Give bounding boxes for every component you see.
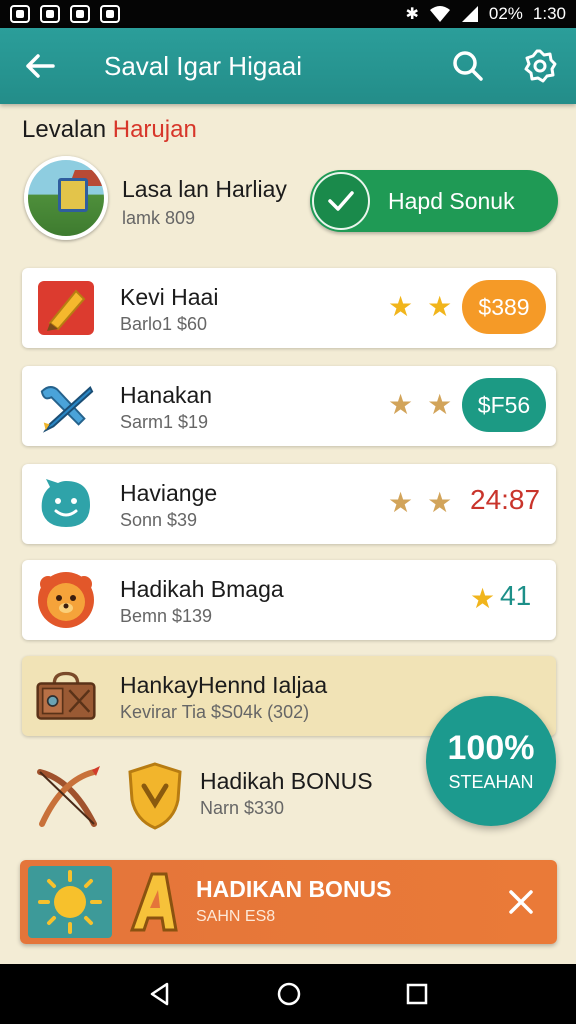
section-title-accent: Harujan: [112, 116, 197, 143]
pencil-icon: [36, 280, 96, 336]
item-value: 41: [500, 580, 532, 611]
profile-row: Lasa lan Harliay lamk 809 Hapd Sonuk: [20, 154, 560, 246]
item-name: Hadikah Bmaga: [120, 576, 284, 602]
item-subtitle: Kevirar Tia $S04k (302): [120, 702, 310, 722]
banner-subtitle: SAHN ES8: [196, 908, 276, 925]
star-icon: ★: [427, 487, 453, 518]
list-item[interactable]: Hanakan Sarm1 $19 ★ ★ $F56: [22, 366, 556, 446]
settings-button[interactable]: [504, 49, 576, 83]
crossbow-icon: [37, 766, 100, 827]
bonus-claim-label: Hapd Sonuk: [388, 187, 515, 214]
fab-percent: 100%: [447, 729, 535, 767]
wifi-icon: [429, 6, 450, 22]
avatar[interactable]: [24, 156, 108, 240]
list-item[interactable]: Hadikah Bmaga Bemn $139 ★ 41: [22, 560, 556, 640]
progress-fab[interactable]: 100% STEAHAN: [426, 696, 556, 826]
system-nav-bar: [0, 964, 576, 1024]
back-arrow-icon: [26, 54, 55, 78]
notification-icons: [10, 5, 120, 23]
crossed-tools-icon: [36, 378, 96, 434]
star-icon: ★: [427, 389, 453, 420]
gear-icon: [524, 49, 557, 83]
banner-title: HADIKAN BONUS: [196, 876, 392, 902]
sun-icon: [28, 866, 112, 938]
shield-icon: [128, 762, 182, 830]
rating-stars: ★ ★: [388, 390, 452, 420]
bluetooth-icon: ✱: [405, 6, 419, 23]
bonus-item-subtitle: Narn $330: [200, 798, 285, 818]
app-bar: Saval Igar Higaai: [0, 28, 576, 104]
profile-subtitle: lamk 809: [122, 208, 196, 228]
close-icon[interactable]: [505, 886, 537, 918]
list-item[interactable]: Kevi Haai Barlo1 $60 ★ ★ $389: [22, 268, 556, 348]
item-subtitle: Sarm1 $19: [120, 412, 209, 432]
item-name: Haviange: [120, 480, 218, 506]
fab-label: STEAHAN: [448, 772, 534, 792]
star-icon: ★: [388, 487, 414, 518]
item-name: Hanakan: [120, 382, 213, 408]
app-title: Saval Igar Higaai: [104, 50, 302, 81]
item-value: 24:87: [470, 484, 541, 515]
price-pill[interactable]: $F56: [462, 378, 546, 432]
bonus-item-name: Hadikah BONUS: [200, 768, 373, 794]
image-notification-icon: [40, 5, 60, 23]
star-icon: ★: [427, 291, 453, 322]
status-bar: ✱ 02% 1:30: [0, 0, 576, 28]
rating-stars: ★ ★: [388, 488, 452, 518]
price-pill[interactable]: $389: [462, 280, 546, 334]
list-item[interactable]: Haviange Sonn $39 ★ ★ 24:87: [22, 464, 556, 544]
search-button[interactable]: [432, 50, 504, 82]
notification-icon: [10, 5, 30, 23]
item-name: HankayHennd Ialjaa: [120, 672, 328, 698]
check-icon: [312, 172, 370, 230]
profile-name: Lasa lan Harliay: [122, 176, 287, 202]
rating-stars: ★: [470, 584, 495, 614]
search-icon: [453, 51, 483, 81]
item-subtitle: Sonn $39: [120, 510, 198, 530]
nav-recents-icon[interactable]: [405, 982, 429, 1006]
signal-icon: [461, 6, 478, 22]
rating-stars: ★ ★: [388, 292, 452, 322]
nav-back-icon[interactable]: [147, 981, 173, 1007]
nav-home-icon[interactable]: [276, 981, 302, 1007]
bonus-banner[interactable]: HADIKAN BONUS SAHN ES8: [20, 860, 557, 944]
chat-bubble-icon: [36, 476, 96, 532]
star-icon: ★: [388, 389, 414, 420]
item-name: Kevi Haai: [120, 284, 219, 310]
treasure-chest-icon: [36, 668, 96, 724]
battery-level: 02%: [488, 4, 523, 23]
messenger-notification-icon: [70, 5, 90, 23]
video-notification-icon: [100, 5, 120, 23]
star-icon: ★: [470, 583, 496, 614]
star-icon: ★: [388, 291, 414, 322]
letter-a-badge-icon: [129, 872, 178, 932]
section-title: Levalan Harujan: [22, 116, 197, 143]
bonus-claim-button[interactable]: Hapd Sonuk: [310, 170, 558, 232]
clock: 1:30: [532, 4, 566, 23]
item-subtitle: Barlo1 $60: [120, 314, 208, 334]
back-button[interactable]: [0, 54, 80, 78]
lion-face-icon: [36, 572, 96, 628]
item-subtitle: Bemn $139: [120, 606, 213, 626]
